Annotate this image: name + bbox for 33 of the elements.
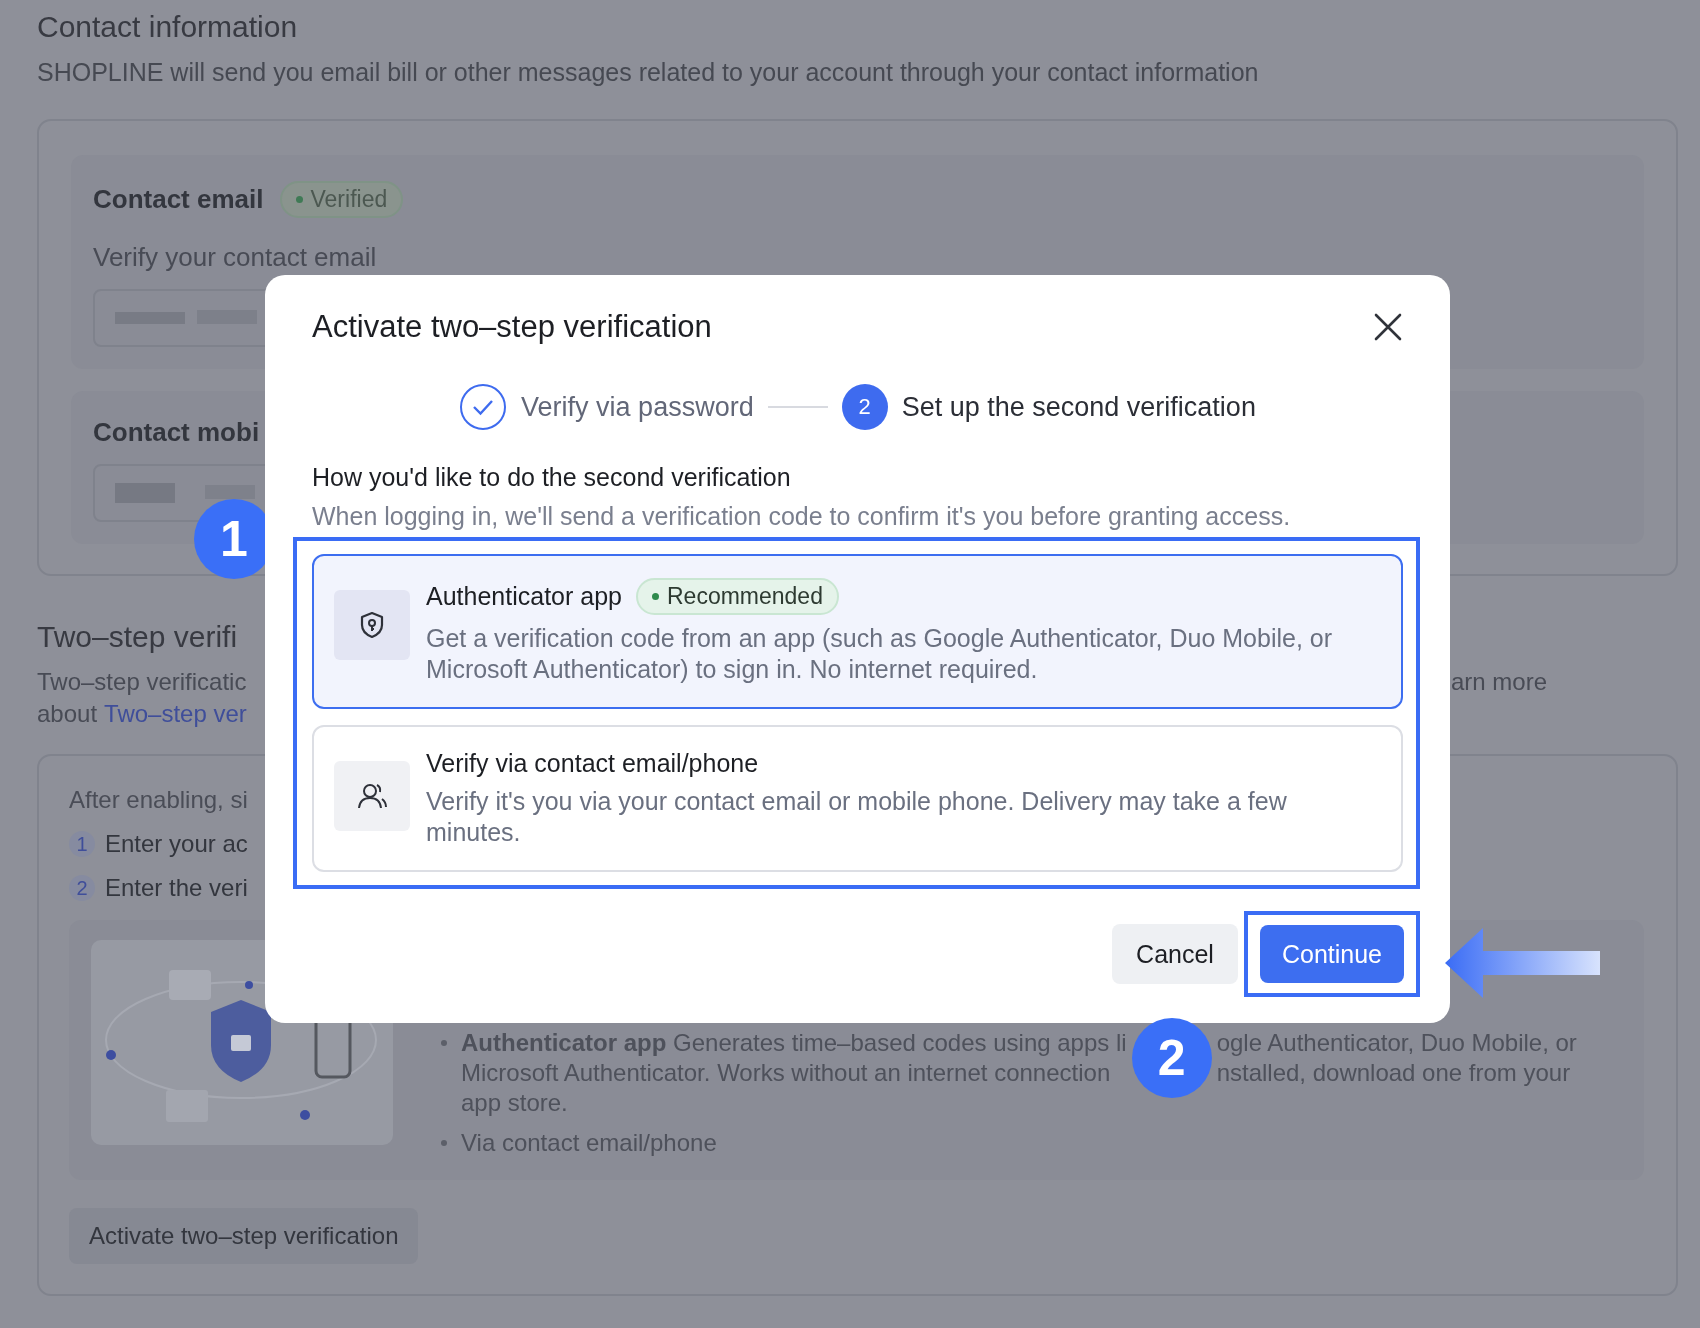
intro-text: After enabling, si [69, 786, 248, 814]
option-title: Authenticator app [426, 582, 622, 611]
option-description: Verify it's you via your contact email or mobile phone. Delivery may take a few minutes. [426, 786, 1288, 848]
field-label: Contact mobi [93, 417, 260, 448]
step-text: Enter your ac [105, 830, 248, 858]
bullet-text: nstalled, download one from your [1216, 1058, 1572, 1088]
bullet-text: Authenticator app Generates time–based codes using apps li [461, 1028, 1127, 1058]
section-description: SHOPLINE will send you email bill or other messages related to your account through your contact information [37, 58, 1259, 87]
bullet-text: Microsoft Authenticator. Works without an internet connection [461, 1058, 1112, 1088]
step-label: Set up the second verification [901, 391, 1256, 423]
section-title: Two–step verifi [37, 620, 238, 654]
bullet-text: app store. [461, 1088, 569, 1118]
recommended-badge: Recommended [636, 578, 839, 615]
step-number: 2 [841, 384, 888, 430]
status-badge: Verified [279, 181, 404, 218]
bullet-text: ogle Authenticator, Duo Mobile, or [1216, 1028, 1577, 1058]
dialog-title: Activate two–step verification [312, 309, 712, 345]
field-hint: Verify your contact email [93, 242, 377, 273]
step-number: 2 [69, 875, 95, 901]
step-label: Verify via password [521, 391, 754, 423]
bullet-text: Via contact email/phone [461, 1128, 717, 1158]
option-description: Get a verification code from an app (such as Google Authenticator, Duo Mobile, or Microsoft Authenticator) to sign in. No internet required. [426, 623, 1334, 685]
field-label: Contact email [93, 184, 264, 215]
option-title: Verify via contact email/phone [426, 749, 759, 778]
section-description: arn more [1450, 668, 1547, 696]
section-description: about [37, 700, 98, 728]
section-title: Contact information [37, 10, 298, 44]
step-text: Enter the veri [105, 874, 248, 902]
question-description: When logging in, we'll send a verification code to confirm it's you before granting access. [312, 502, 1292, 531]
step-number: 1 [69, 831, 95, 857]
step-badge: 2 [1131, 1018, 1212, 1098]
question-heading: How you'd like to do the second verification [312, 463, 792, 492]
section-description: Two–step verificatic [37, 668, 247, 696]
